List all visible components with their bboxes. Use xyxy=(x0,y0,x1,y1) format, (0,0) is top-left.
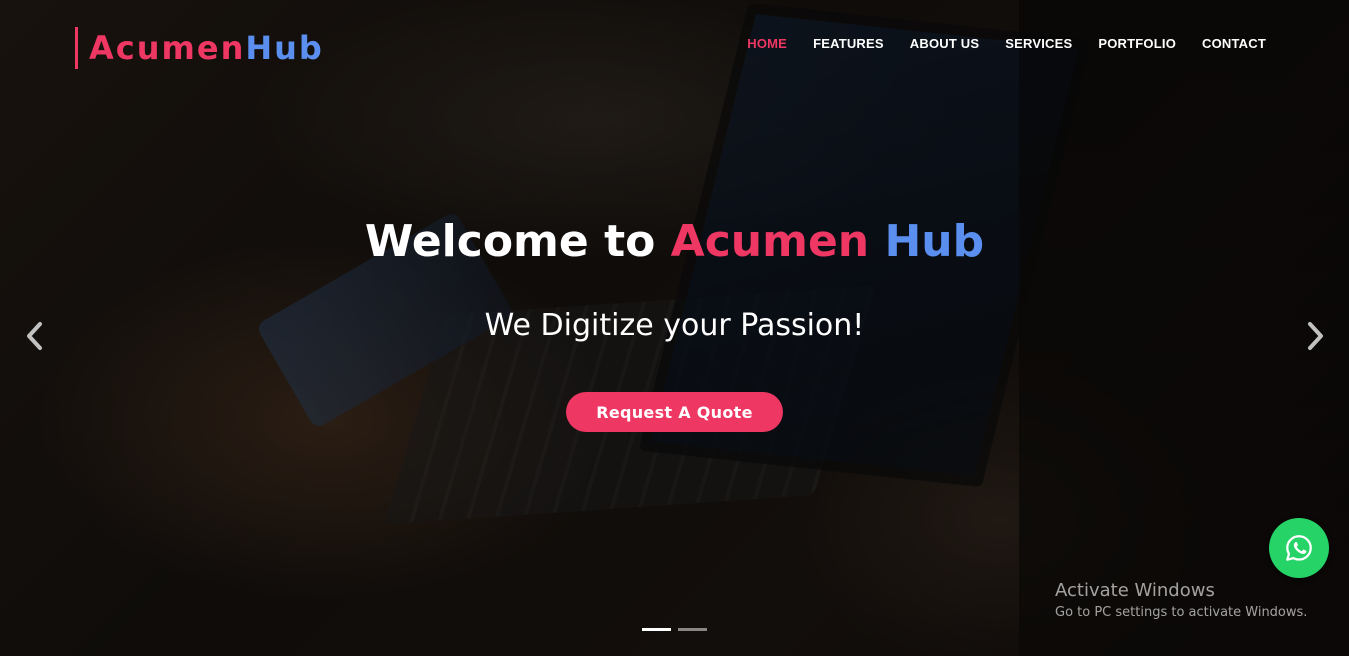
nav-item-contact[interactable]: CONTACT xyxy=(1202,36,1266,51)
whatsapp-icon xyxy=(1286,535,1312,561)
logo-text-acumen: Acumen xyxy=(89,29,246,67)
carousel-indicator-1[interactable] xyxy=(642,628,671,631)
carousel-indicators xyxy=(642,628,707,631)
hero-headline: Welcome to Acumen Hub xyxy=(0,216,1349,267)
headline-space xyxy=(869,216,884,267)
headline-accent-hub: Hub xyxy=(884,216,985,267)
hero-section: Acumen Hub HOME FEATURES ABOUT US SERVICE… xyxy=(0,0,1349,656)
whatsapp-button[interactable] xyxy=(1269,518,1329,578)
chevron-left-icon xyxy=(27,322,42,350)
headline-accent-acumen: Acumen xyxy=(670,216,870,267)
nav-item-about-us[interactable]: ABOUT US xyxy=(910,36,980,51)
carousel-next-button[interactable] xyxy=(1300,318,1330,354)
carousel-prev-button[interactable] xyxy=(20,318,50,354)
request-quote-button[interactable]: Request A Quote xyxy=(566,392,783,432)
hero-subheadline: We Digitize your Passion! xyxy=(484,308,865,343)
nav-item-home[interactable]: HOME xyxy=(747,36,787,51)
watermark-title: Activate Windows xyxy=(1055,580,1215,601)
carousel-indicator-2[interactable] xyxy=(678,628,707,631)
headline-prefix: Welcome to xyxy=(364,216,671,267)
chevron-right-icon xyxy=(1308,322,1323,350)
nav-item-portfolio[interactable]: PORTFOLIO xyxy=(1098,36,1176,51)
nav-item-features[interactable]: FEATURES xyxy=(813,36,884,51)
logo-text-hub: Hub xyxy=(245,29,324,67)
watermark-subtitle: Go to PC settings to activate Windows. xyxy=(1055,605,1308,620)
nav-item-services[interactable]: SERVICES xyxy=(1005,36,1072,51)
site-logo[interactable]: Acumen Hub xyxy=(75,27,324,69)
main-nav: HOME FEATURES ABOUT US SERVICES PORTFOLI… xyxy=(747,36,1266,51)
activate-windows-watermark: Activate Windows Go to PC settings to ac… xyxy=(1055,580,1307,623)
